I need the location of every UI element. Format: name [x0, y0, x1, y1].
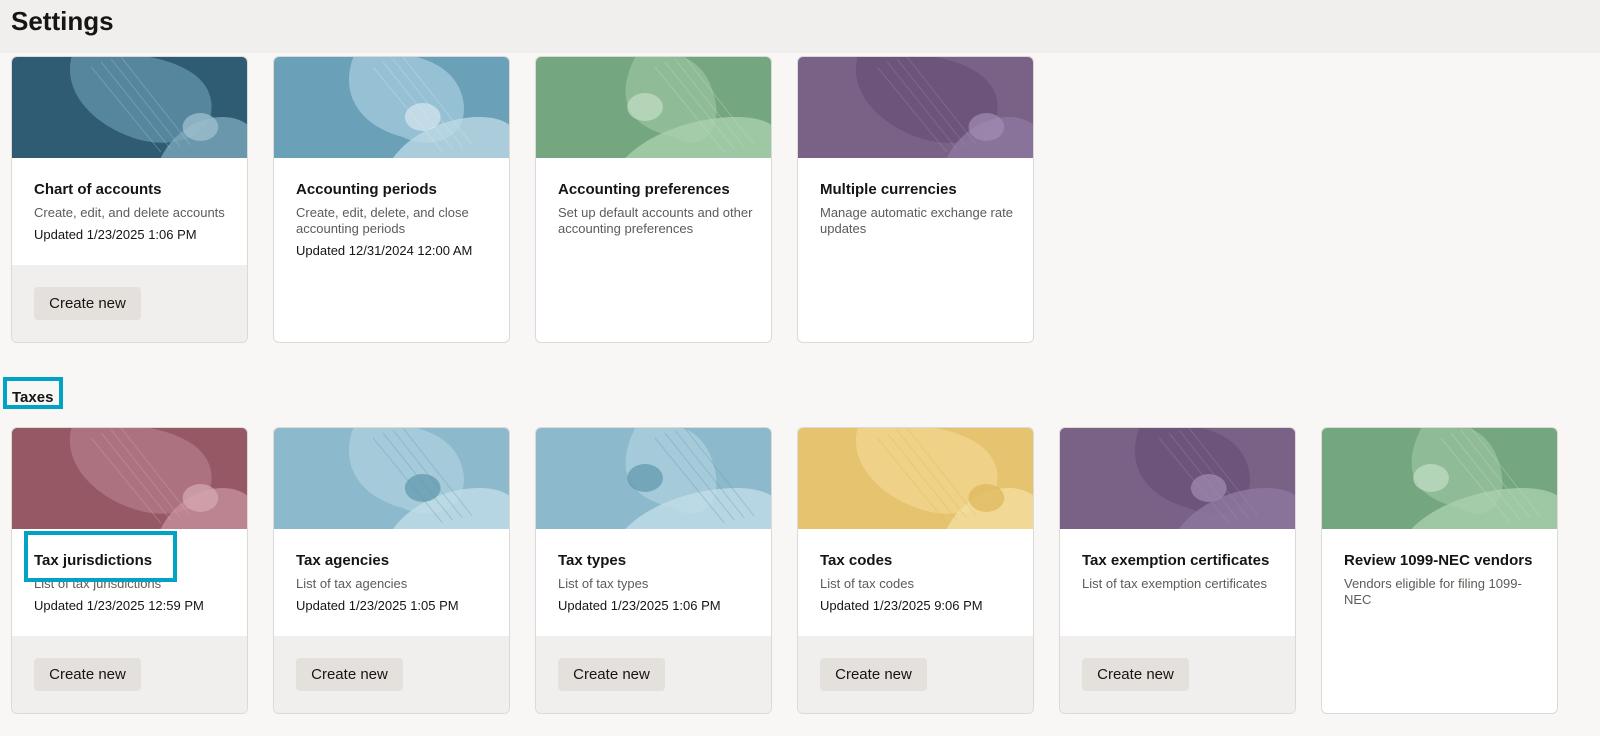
card-footer: Create new — [1060, 636, 1295, 713]
card-footer: Create new — [536, 636, 771, 713]
card-banner — [798, 57, 1033, 158]
settings-card-tax-agencies[interactable]: Tax agencies List of tax agencies Updated … — [273, 427, 510, 714]
card-title[interactable]: Tax agencies — [296, 552, 389, 569]
settings-card-multiple-currencies[interactable]: Multiple currencies Manage automatic exch… — [797, 56, 1034, 343]
card-banner-art — [1322, 428, 1557, 529]
card-title[interactable]: Accounting periods — [296, 181, 437, 198]
card-banner — [1322, 428, 1557, 529]
card-banner — [798, 428, 1033, 529]
create-new-button[interactable]: Create new — [1082, 658, 1189, 691]
card-footer: Create new — [274, 636, 509, 713]
card-banner-art — [536, 428, 771, 529]
card-description: List of tax agencies — [296, 576, 408, 591]
card-title[interactable]: Review 1099-NEC vendors — [1344, 552, 1532, 569]
card-banner — [1060, 428, 1295, 529]
card-banner-art — [12, 57, 247, 158]
create-new-button[interactable]: Create new — [34, 287, 141, 320]
settings-card-tax-types[interactable]: Tax types List of tax types Updated 1/23/2… — [535, 427, 772, 714]
card-title[interactable]: Multiple currencies — [820, 181, 957, 198]
card-updated-timestamp: Updated 1/23/2025 1:06 PM — [558, 598, 721, 613]
card-banner-art — [798, 428, 1033, 529]
settings-card-tax-codes[interactable]: Tax codes List of tax codes Updated 1/23/2… — [797, 427, 1034, 714]
card-title[interactable]: Tax jurisdictions — [34, 552, 152, 569]
card-title[interactable]: Chart of accounts — [34, 181, 162, 198]
taxes-section-heading: Taxes — [12, 389, 54, 406]
card-description: Create, edit, delete, and close accounti… — [296, 205, 469, 236]
card-title[interactable]: Tax types — [558, 552, 626, 569]
card-description: Vendors eligible for filing 1099-NEC — [1344, 576, 1522, 607]
settings-card-chart-of-accounts[interactable]: Chart of accounts Create, edit, and delet… — [11, 56, 248, 343]
create-new-button[interactable]: Create new — [34, 658, 141, 691]
card-description: Create, edit, and delete accounts — [34, 205, 225, 220]
card-banner-art — [798, 57, 1033, 158]
card-updated-timestamp: Updated 1/23/2025 9:06 PM — [820, 598, 983, 613]
page-title: Settings — [11, 6, 114, 36]
card-banner — [12, 57, 247, 158]
card-description: List of tax jurisdictions — [34, 576, 162, 591]
card-updated-timestamp: Updated 1/23/2025 1:06 PM — [34, 227, 197, 242]
settings-card-tax-jurisdictions[interactable]: Tax jurisdictions List of tax jurisdictio… — [11, 427, 248, 714]
card-banner-art — [1060, 428, 1295, 529]
card-footer: Create new — [12, 636, 247, 713]
card-description: Set up default accounts and other accoun… — [558, 205, 753, 236]
card-title[interactable]: Tax exemption certificates — [1082, 552, 1269, 569]
card-banner — [274, 57, 509, 158]
card-banner-art — [274, 57, 509, 158]
create-new-button[interactable]: Create new — [296, 658, 403, 691]
card-title[interactable]: Tax codes — [820, 552, 892, 569]
create-new-button[interactable]: Create new — [820, 658, 927, 691]
settings-card-review-1099-nec-vendors[interactable]: Review 1099-NEC vendors Vendors eligible … — [1321, 427, 1558, 714]
card-footer: Create new — [12, 265, 247, 342]
card-updated-timestamp: Updated 1/23/2025 12:59 PM — [34, 598, 204, 613]
card-updated-timestamp: Updated 1/23/2025 1:05 PM — [296, 598, 459, 613]
card-banner — [536, 57, 771, 158]
top-header-bar: Settings — [0, 0, 1600, 53]
settings-card-accounting-preferences[interactable]: Accounting preferences Set up default acc… — [535, 56, 772, 343]
card-description: List of tax types — [558, 576, 649, 591]
card-description: List of tax codes — [820, 576, 914, 591]
card-banner — [536, 428, 771, 529]
card-banner — [274, 428, 509, 529]
settings-card-accounting-periods[interactable]: Accounting periods Create, edit, delete, … — [273, 56, 510, 343]
card-updated-timestamp: Updated 12/31/2024 12:00 AM — [296, 243, 473, 258]
card-banner-art — [274, 428, 509, 529]
card-description: List of tax exemption certificates — [1082, 576, 1267, 591]
card-title[interactable]: Accounting preferences — [558, 181, 730, 198]
settings-card-tax-exemption-certificates[interactable]: Tax exemption certificates List of tax ex… — [1059, 427, 1296, 714]
card-banner-art — [536, 57, 771, 158]
card-banner — [12, 428, 247, 529]
card-banner-art — [12, 428, 247, 529]
card-description: Manage automatic exchange rate updates — [820, 205, 1013, 236]
create-new-button[interactable]: Create new — [558, 658, 665, 691]
card-footer: Create new — [798, 636, 1033, 713]
